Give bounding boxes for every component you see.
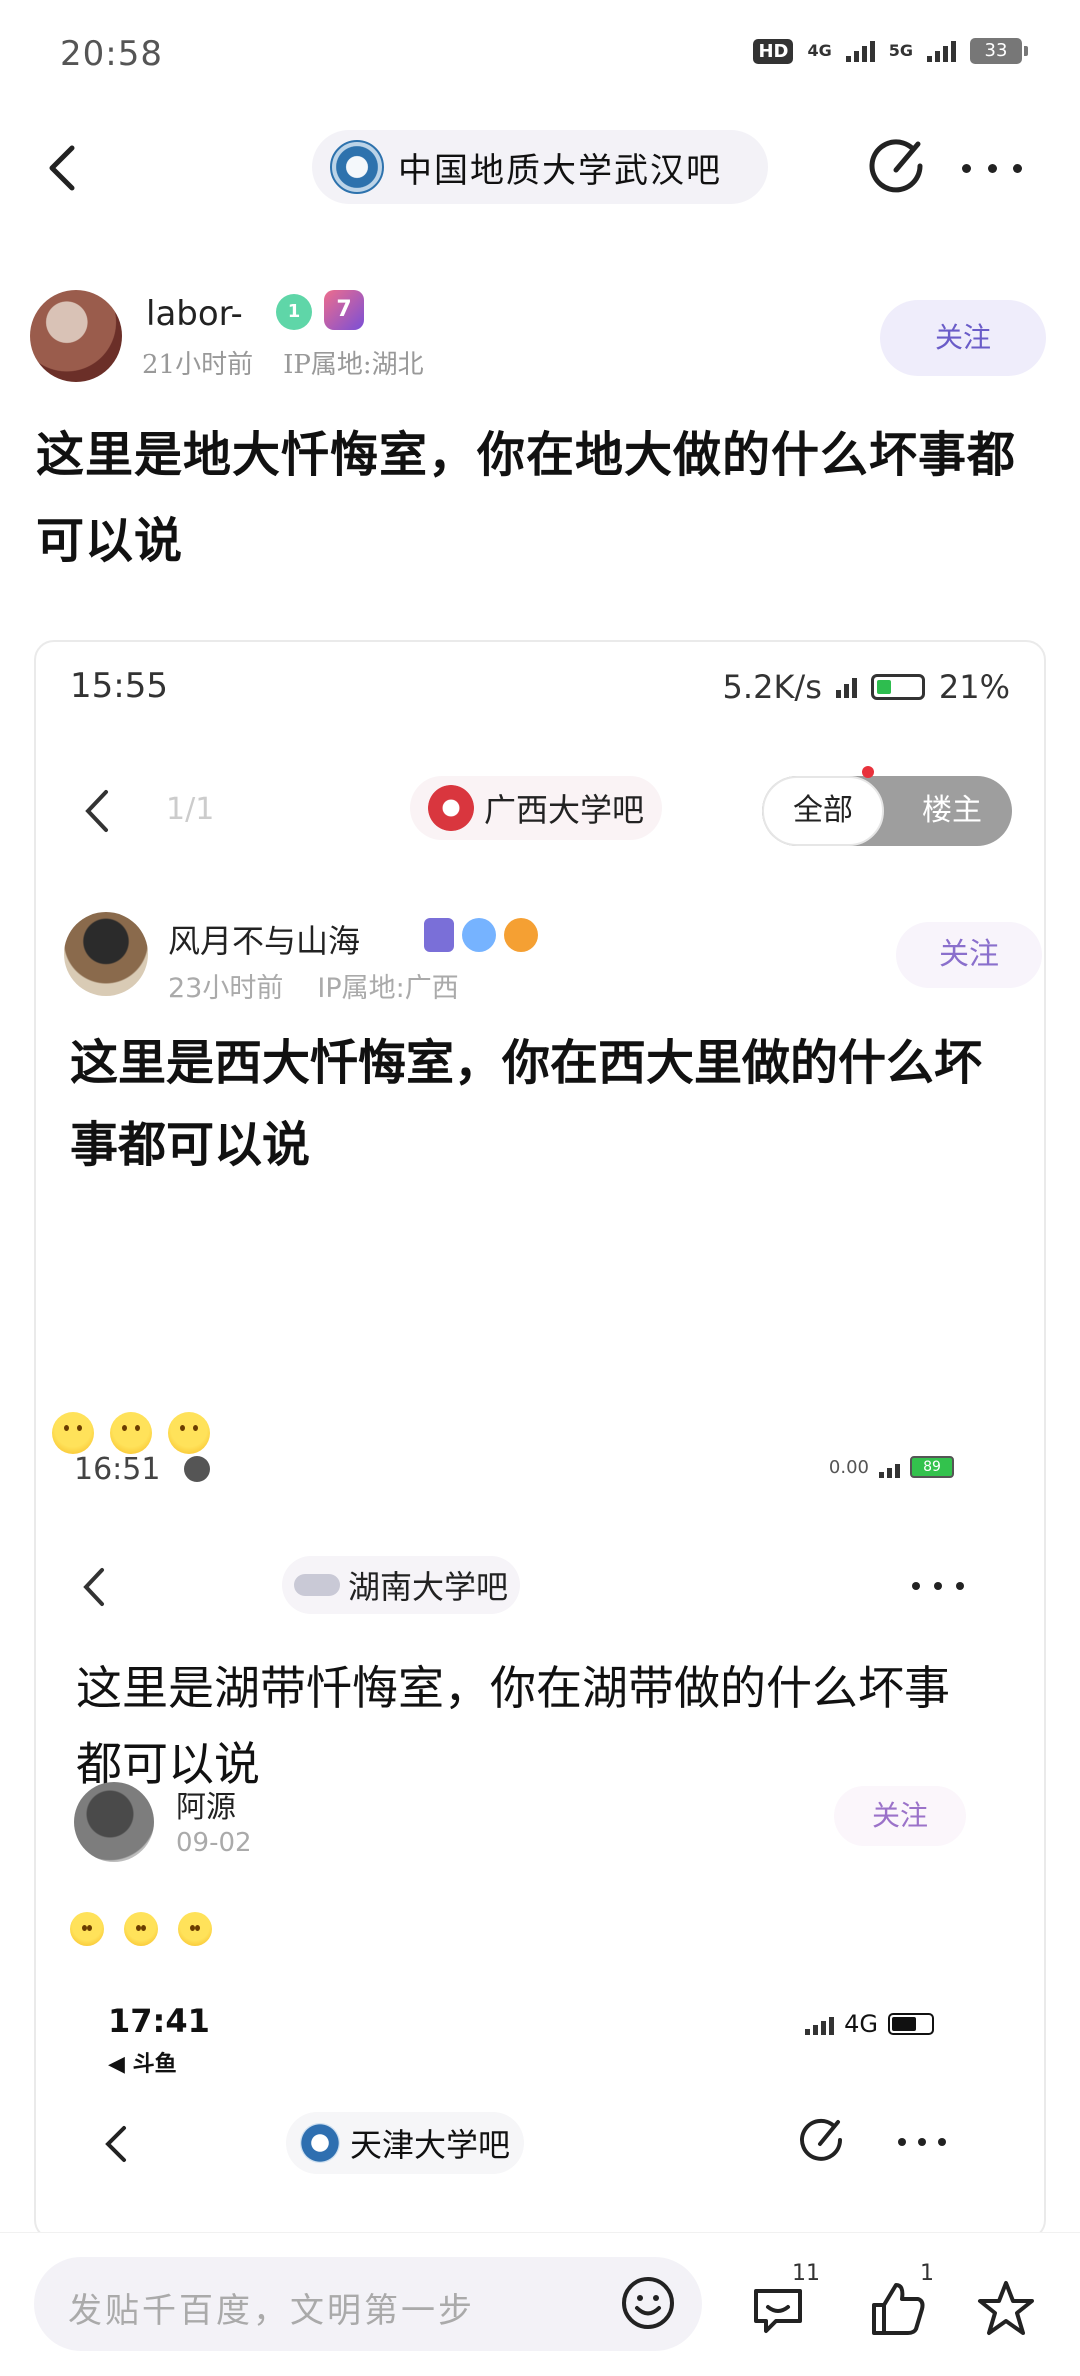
- nested3-status-bar: 17:41 ◀ 斗鱼 4G: [108, 2002, 958, 2082]
- nested-signal-icon: [879, 1456, 900, 1478]
- nested3-back-icon: [105, 2126, 126, 2162]
- nested-back-icon: [83, 1568, 104, 1606]
- smile-emoji-icon: [178, 1912, 212, 1946]
- embedded-forum-logo: [428, 785, 474, 831]
- nested-forum-name: 湖南大学吧: [348, 1568, 509, 1606]
- reply-input[interactable]: 发贴千百度，文明第一步: [34, 2257, 702, 2351]
- toggle-op: 楼主: [922, 793, 982, 828]
- nested3-more-icon: [898, 2138, 946, 2148]
- nested3-header: 天津大学吧: [36, 2108, 1044, 2188]
- embedded-ip: IP属地:广西: [317, 973, 459, 1004]
- share-icon[interactable]: [866, 134, 930, 198]
- post-author: labor- 1 7 21小时前 IP属地:湖北 关注: [30, 290, 1050, 386]
- nested-forum-pill: 湖南大学吧: [282, 1556, 521, 1614]
- post-time: 21小时前: [142, 350, 254, 380]
- avatar[interactable]: [30, 290, 122, 382]
- nested-status-bar: [74, 912, 954, 952]
- smile-emoji-icon: [52, 1412, 94, 1454]
- nested3-status-time: 17:41: [108, 2002, 210, 2040]
- nested-follow-button: 关注: [834, 1786, 966, 1846]
- like-count: 1: [920, 2261, 934, 2286]
- status-time: 20:58: [60, 34, 163, 74]
- embedded-forum-pill: 广西大学吧: [410, 776, 663, 840]
- nested-speed: 0.00: [828, 1456, 869, 1478]
- embedded-post-title: 这里是西大忏悔室，你在西大里做的什么坏事都可以说: [70, 1035, 983, 1173]
- embedded-status-time: 15:55: [70, 666, 168, 706]
- nested-status-icons: 0.00 89: [829, 1456, 954, 1478]
- embedded-signal-icon: [835, 676, 857, 698]
- nested-post-date: 09-02: [176, 1828, 252, 1858]
- back-icon[interactable]: [36, 138, 96, 198]
- smile-emoji-icon: [168, 1412, 210, 1454]
- level-badge: 1: [276, 294, 312, 330]
- toggle-all: 全部: [762, 776, 884, 846]
- comment-icon[interactable]: [746, 2277, 810, 2341]
- bottom-bar: 发贴千百度，文明第一步 11 1: [0, 2232, 1080, 2376]
- embedded-status-bar: 15:55 5.2K/s 21%: [70, 666, 1040, 716]
- like-icon[interactable]: [866, 2277, 930, 2341]
- embedded-header: 1/1 广西大学吧 全部 楼主: [36, 762, 1044, 858]
- nested3-network-label: 4G: [844, 2010, 878, 2038]
- follow-button[interactable]: 关注: [880, 300, 1046, 376]
- emoji-icon[interactable]: [618, 2273, 678, 2333]
- star-icon[interactable]: [974, 2277, 1038, 2341]
- nested3-signal-icon: [805, 2013, 835, 2035]
- smile-emoji-icon: [70, 1912, 104, 1946]
- nested-status-time: 16:51: [74, 1452, 161, 1487]
- nested-post-title: 这里是湖带忏悔室，你在湖带做的什么坏事都可以说: [76, 1661, 950, 1791]
- battery-icon: 33: [970, 38, 1028, 64]
- signal-icon: [845, 40, 875, 62]
- embedded-page-indicator: 1/1: [166, 792, 215, 827]
- nested3-battery-icon: [888, 2013, 934, 2035]
- nested-author: 阿源 09-02 关注: [74, 1782, 994, 1872]
- nested-header: 湖南大学吧: [36, 1552, 1044, 1632]
- comment-count: 11: [792, 2261, 820, 2286]
- ip-location: IP属地:湖北: [283, 350, 424, 380]
- embedded-post-time: 23小时前: [168, 973, 284, 1004]
- embedded-battery-icon: [870, 674, 925, 700]
- medal-badge: 7: [324, 290, 364, 330]
- nested3-forum-logo: [300, 2123, 340, 2163]
- embedded-toggle: 全部 楼主: [762, 776, 1012, 846]
- nested-battery-icon: 89: [910, 1456, 954, 1478]
- author-name[interactable]: labor-: [146, 294, 243, 334]
- nested-avatar: [74, 1782, 154, 1862]
- smile-emoji-icon: [110, 1412, 152, 1454]
- author-meta: 21小时前 IP属地:湖北: [142, 344, 424, 381]
- hd-icon: HD: [753, 38, 794, 64]
- nested-emoji-row: [70, 1912, 212, 1946]
- forum-name: 中国地质大学武汉吧: [398, 150, 722, 191]
- nested-status-bar-2: 16:51 0.00 89: [74, 1452, 1014, 1492]
- system-status-bar: 20:58 HD 4G 5G 33: [0, 0, 1080, 110]
- signal-icon-2: [927, 40, 956, 62]
- status-icons: HD 4G 5G 33: [753, 38, 1028, 64]
- nested3-forum-pill: 天津大学吧: [286, 2112, 525, 2174]
- nested-author-name: 阿源: [176, 1790, 236, 1825]
- embedded-author-meta: 23小时前 IP属地:广西: [168, 966, 459, 1005]
- nested3-status-sub: ◀ 斗鱼: [108, 2052, 177, 2077]
- smile-emoji-icon: [124, 1912, 158, 1946]
- network-5g-label: 5G: [888, 41, 913, 60]
- post-image[interactable]: 15:55 5.2K/s 21% 1/1 广西大学吧 全部 楼主 风月不与山海: [34, 640, 1046, 2240]
- clock-icon: [184, 1456, 210, 1482]
- forum-logo: [330, 140, 384, 194]
- network-4g-label: 4G: [807, 41, 832, 60]
- reply-placeholder: 发贴千百度，文明第一步: [68, 2291, 475, 2331]
- nested-more-icon: [912, 1582, 964, 1594]
- notification-dot: [862, 766, 874, 778]
- embedded-forum-name: 广西大学吧: [484, 791, 645, 829]
- embedded-back-icon: [85, 790, 108, 832]
- nested3-status-icons: 4G: [805, 2010, 934, 2038]
- post-title: 这里是地大忏悔室，你在地大做的什么坏事都可以说: [36, 427, 1017, 569]
- nested3-forum-name: 天津大学吧: [350, 2126, 511, 2164]
- emoji-row: [52, 1412, 210, 1454]
- forum-link[interactable]: 中国地质大学武汉吧: [312, 130, 768, 204]
- nested3-share-icon: [800, 2118, 842, 2161]
- nested-forum-logo: [294, 1574, 340, 1596]
- app-header: 中国地质大学武汉吧: [0, 120, 1080, 216]
- embedded-battery-percent: 21%: [938, 668, 1010, 706]
- more-icon[interactable]: [962, 148, 1022, 188]
- embedded-status-icons: 5.2K/s 21%: [723, 668, 1010, 706]
- embedded-speed: 5.2K/s: [722, 668, 822, 706]
